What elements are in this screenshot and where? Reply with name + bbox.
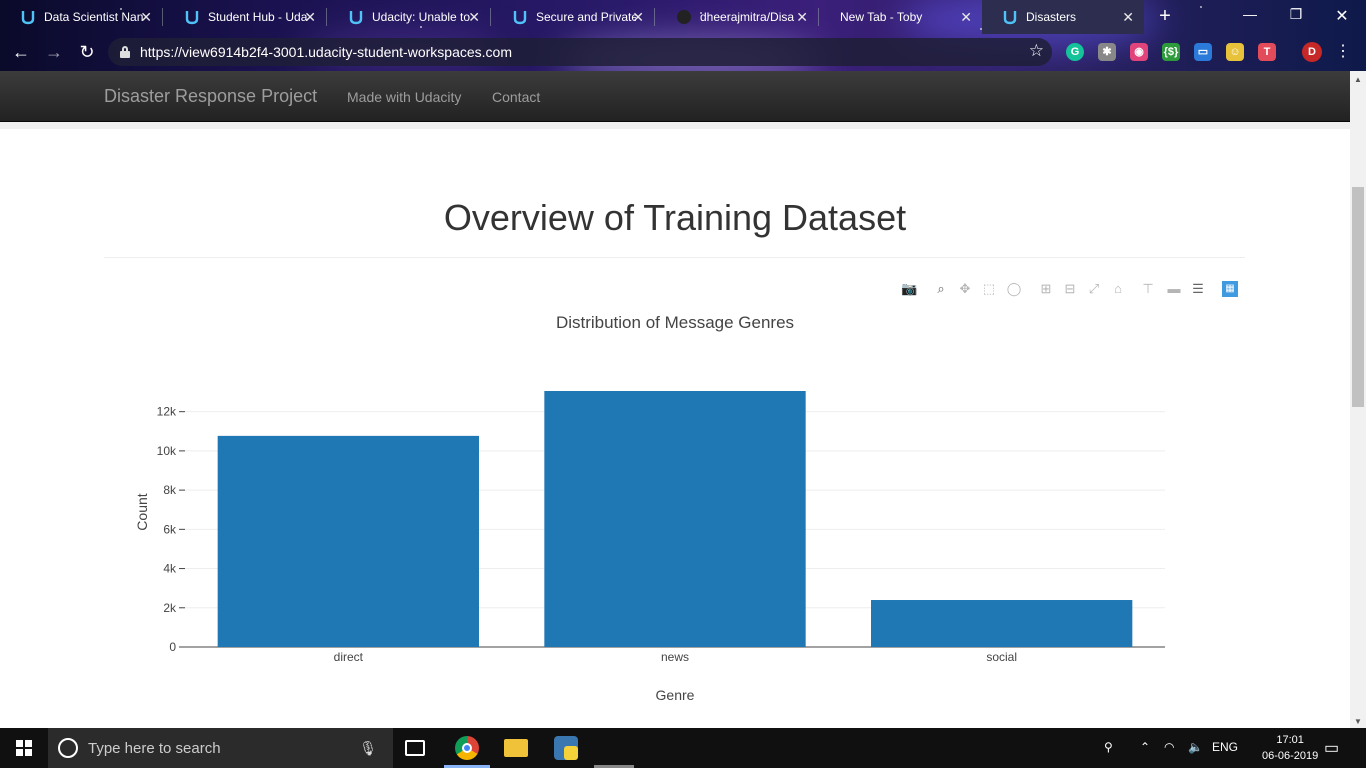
tab-separator [162, 8, 163, 26]
lock-icon [120, 46, 130, 58]
microphone-icon[interactable]: 🎙 [359, 740, 377, 757]
y-tick-label: 4k [163, 562, 177, 576]
tab-close-icon[interactable]: ✕ [796, 10, 808, 24]
minimize-button[interactable]: — [1240, 6, 1260, 22]
cortana-icon [58, 738, 78, 758]
reload-button[interactable]: ↻ [76, 42, 98, 64]
python-icon[interactable] [554, 736, 578, 760]
scroll-down-arrow-icon[interactable]: ▼ [1354, 717, 1362, 726]
tab-title: Secure and Private [536, 10, 636, 24]
y-tick-label: 2k [163, 601, 177, 615]
tab-title: dheerajmitra/Disa [700, 10, 795, 24]
windows-taskbar: Type here to search 🎙 ⚲ ⌃ ◠ 🔈 ENG 17:01 … [0, 728, 1366, 768]
tab-separator [818, 8, 819, 26]
tab-separator [326, 8, 327, 26]
x-tick-label: news [661, 650, 689, 664]
volume-icon[interactable]: 🔈 [1188, 740, 1203, 754]
x-tick-label: direct [334, 650, 364, 664]
browser-chrome: Data Scientist Nan ✕ Student Hub - Uda ✕ Uda… [0, 0, 1366, 71]
chart-title: Distribution of Message Genres [556, 313, 794, 332]
x-axis-title: Genre [656, 687, 695, 703]
udacity-icon [20, 9, 36, 25]
tab-close-icon[interactable]: ✕ [468, 10, 480, 24]
bar-news[interactable] [544, 391, 806, 647]
y-tick-label: 6k [163, 522, 177, 536]
new-tab-button[interactable]: + [1155, 6, 1175, 26]
wifi-icon[interactable]: ◠ [1164, 740, 1174, 754]
udacity-icon [1002, 9, 1018, 25]
back-button[interactable]: ← [10, 42, 32, 64]
tab-title: New Tab - Toby [840, 10, 923, 24]
address-bar[interactable]: https://view6914b2f4-3001.udacity-studen… [108, 38, 1052, 66]
browser-tab[interactable]: Secure and Private ✕ [492, 0, 654, 34]
browser-toolbar: ← → ↻ https://view6914b2f4-3001.udacity-… [0, 34, 1366, 71]
tab-close-icon[interactable]: ✕ [960, 10, 972, 24]
udacity-icon [348, 9, 364, 25]
json-icon[interactable]: {$} [1162, 43, 1180, 61]
tab-close-icon[interactable]: ✕ [140, 10, 152, 24]
page-scrollbar[interactable]: ▲ ▼ [1350, 71, 1366, 728]
file-explorer-icon[interactable] [504, 739, 528, 757]
puzzle-icon[interactable]: ✱ [1098, 43, 1116, 61]
udacity-icon [512, 9, 528, 25]
bar-direct[interactable] [217, 435, 479, 647]
y-tick-label: 8k [163, 483, 177, 497]
udacity-icon [184, 9, 200, 25]
browser-tab[interactable]: Disasters ✕ [982, 0, 1144, 34]
github-icon [676, 9, 692, 25]
toby-icon[interactable]: ▭ [1194, 43, 1212, 61]
chrome-taskbar-icon[interactable] [455, 736, 479, 760]
clock-time: 17:01 [1276, 734, 1304, 746]
task-view-icon[interactable] [405, 740, 425, 756]
y-tick-label: 10k [157, 444, 177, 458]
tab-title: Udacity: Unable to [372, 10, 471, 24]
genre-bar-chart: Distribution of Message Genres 0 2k 4k 6k 8k… [134, 313, 1165, 703]
y-axis-title: Count [134, 493, 150, 530]
tab-close-icon[interactable]: ✕ [632, 10, 644, 24]
bookmark-star-icon[interactable]: ☆ [1029, 41, 1044, 61]
tab-close-icon[interactable]: ✕ [304, 10, 316, 24]
face-icon[interactable]: ☺ [1226, 43, 1244, 61]
browser-tab[interactable]: Udacity: Unable to ✕ [328, 0, 490, 34]
notifications-icon[interactable]: ▭ [1324, 738, 1339, 758]
tab-separator [490, 8, 491, 26]
tab-separator [654, 8, 655, 26]
maximize-button[interactable]: ❐ [1286, 6, 1306, 23]
browser-tab[interactable]: Data Scientist Nan ✕ [0, 0, 162, 34]
search-placeholder: Type here to search [88, 740, 221, 757]
system-clock[interactable]: 17:01 06-06-2019 [1262, 732, 1318, 764]
profile-avatar[interactable]: D [1302, 42, 1322, 62]
clock-date: 06-06-2019 [1262, 750, 1319, 762]
people-icon[interactable]: ⚲ [1104, 740, 1113, 754]
tab-title: Data Scientist Nan [44, 10, 144, 24]
tab-title: Student Hub - Uda [208, 10, 308, 24]
scroll-up-arrow-icon[interactable]: ▲ [1354, 75, 1362, 84]
taskbar-search-box[interactable]: Type here to search 🎙 [48, 728, 393, 768]
windows-start-icon[interactable] [16, 740, 32, 756]
browser-tab[interactable]: New Tab - Toby ✕ [820, 0, 982, 34]
language-indicator[interactable]: ENG [1212, 740, 1238, 754]
shield-icon[interactable]: ◉ [1130, 43, 1148, 61]
tab-title: Disasters [1026, 10, 1077, 24]
url-text[interactable]: https://view6914b2f4-3001.udacity-studen… [140, 44, 512, 60]
todoist-icon[interactable]: T [1258, 43, 1276, 61]
x-tick-label: social [986, 650, 1017, 664]
show-hidden-icons-chevron-icon[interactable]: ⌃ [1140, 740, 1150, 754]
forward-button[interactable]: → [43, 42, 65, 64]
y-tick-label: 12k [157, 405, 177, 419]
y-tick-label: 0 [169, 640, 176, 654]
close-window-button[interactable]: ✕ [1332, 6, 1352, 26]
browser-tab[interactable]: dheerajmitra/Disa ✕ [656, 0, 818, 34]
grammarly-icon[interactable]: G [1066, 43, 1084, 61]
tab-close-icon[interactable]: ✕ [1122, 10, 1134, 24]
web-page: Disaster Response Project Made with Udac… [0, 71, 1350, 728]
scroll-thumb[interactable] [1352, 187, 1364, 407]
bar-social[interactable] [871, 600, 1133, 647]
menu-icon[interactable]: ⋮ [1332, 42, 1354, 64]
browser-tab[interactable]: Student Hub - Uda ✕ [164, 0, 326, 34]
